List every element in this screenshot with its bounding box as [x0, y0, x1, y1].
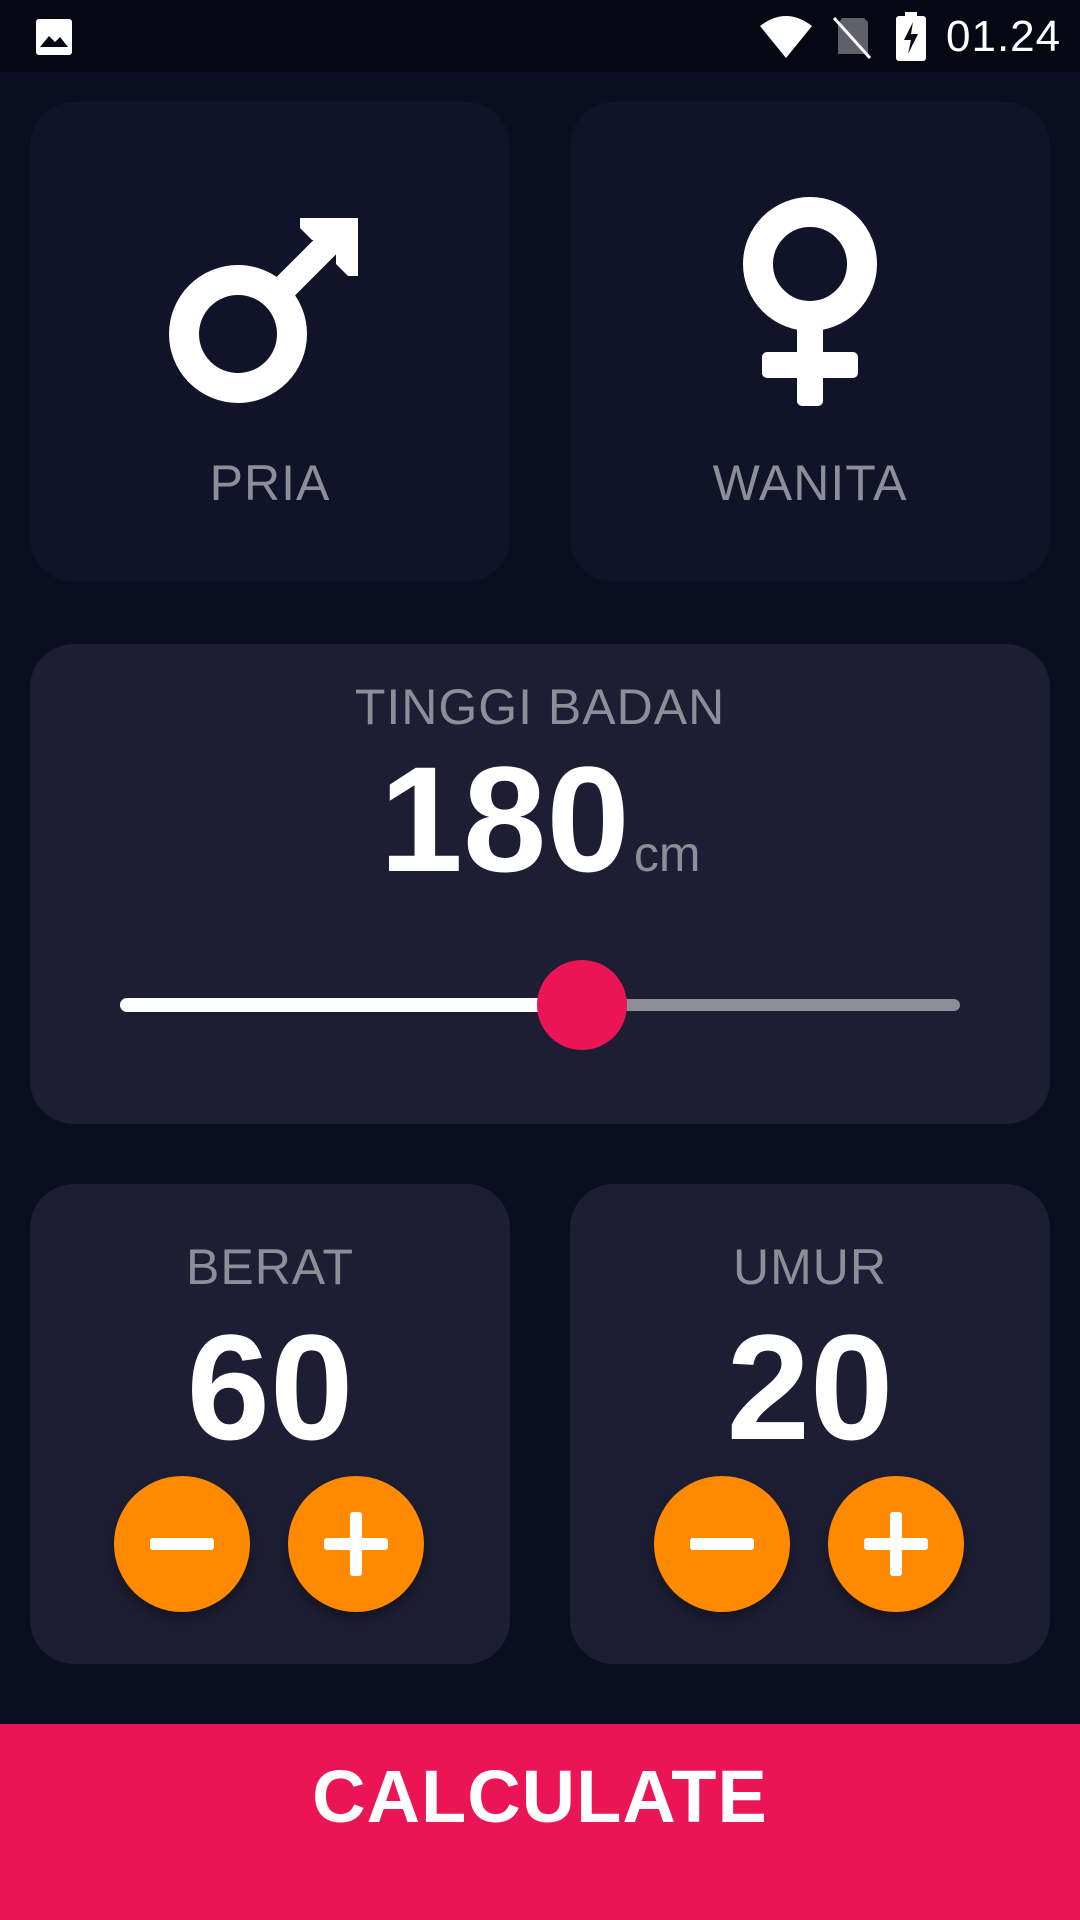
minus-icon: [150, 1538, 214, 1550]
female-symbol-icon: [743, 197, 877, 406]
male-symbol-icon: [169, 218, 358, 403]
status-time: 01.24: [946, 12, 1062, 61]
status-bar: 01.24: [0, 0, 1080, 72]
height-value-row: 180cm: [30, 744, 1050, 894]
height-title: TINGGI BADAN: [354, 679, 726, 735]
age-card: UMUR 20: [570, 1184, 1050, 1664]
height-value: 180: [379, 735, 630, 903]
weight-card: BERAT 60: [30, 1184, 510, 1664]
height-unit: cm: [633, 826, 701, 882]
weight-plus-button[interactable]: [288, 1476, 424, 1612]
calculate-label: CALCULATE: [312, 1755, 768, 1838]
weight-value: 60: [186, 1303, 354, 1471]
height-card: TINGGI BADAN 180cm: [30, 644, 1050, 1124]
plus-icon: [864, 1512, 928, 1576]
gender-label-female: WANITA: [712, 455, 908, 511]
age-title: UMUR: [733, 1239, 887, 1295]
gallery-icon: [36, 19, 72, 55]
wifi-icon: [760, 16, 812, 58]
gender-card-female[interactable]: WANITA: [570, 102, 1050, 582]
height-slider[interactable]: [120, 954, 960, 1054]
battery-charging-icon: [896, 12, 926, 61]
weight-minus-button[interactable]: [114, 1476, 250, 1612]
calculate-button[interactable]: CALCULATE: [0, 1724, 1080, 1920]
age-minus-button[interactable]: [654, 1476, 790, 1612]
gender-label-male: PRIA: [209, 455, 331, 511]
minus-icon: [690, 1538, 754, 1550]
age-plus-button[interactable]: [828, 1476, 964, 1612]
slider-thumb[interactable]: [537, 960, 627, 1050]
weight-title: BERAT: [186, 1239, 354, 1295]
slider-fill: [120, 998, 582, 1012]
gender-card-male[interactable]: PRIA: [30, 102, 510, 582]
plus-icon: [324, 1512, 388, 1576]
age-value: 20: [726, 1303, 894, 1471]
no-sim-icon: [832, 16, 872, 60]
